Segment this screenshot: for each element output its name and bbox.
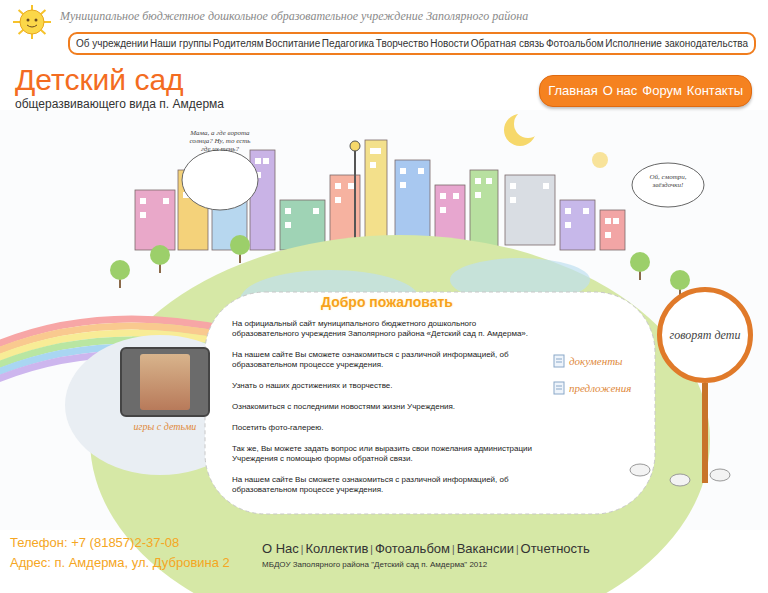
contact-line: Адрес: п. Амдерма, ул. Дубровина 2 <box>10 553 262 573</box>
footer-link[interactable]: О Нас <box>262 539 299 559</box>
sign-label[interactable]: говорят дети <box>670 326 741 344</box>
sun-logo-icon[interactable] <box>10 2 54 42</box>
paper-icon <box>552 381 566 395</box>
nav-item[interactable]: Обратная связь <box>471 36 545 51</box>
footer-link[interactable]: Отчетность <box>521 539 590 559</box>
games-label[interactable]: игры с детьми <box>134 419 197 434</box>
welcome-paragraph: Так же, Вы можете задать вопрос или выра… <box>232 444 542 464</box>
welcome-paragraph: На нашем сайте Вы сможете ознакомиться с… <box>232 475 542 495</box>
nav-item[interactable]: Новости <box>430 36 469 51</box>
content-row: игры с детьми Добро пожаловать На официаль… <box>0 293 768 527</box>
footer-separator: | <box>516 542 519 557</box>
page: Муниципальное бюджетное дошкольное образ… <box>0 0 768 593</box>
child-photo <box>140 354 190 410</box>
welcome-paragraph: Ознакомиться с последними новостями жизн… <box>232 402 542 412</box>
nav-item[interactable]: Наши группы <box>150 36 211 51</box>
site-header: Муниципальное бюджетное дошкольное образ… <box>0 0 768 55</box>
top-menu: Главная О насФорумКонтакты <box>539 75 752 107</box>
welcome-paragraph: На нашем сайте Вы сможете ознакомиться с… <box>232 350 542 370</box>
site-subtitle: общеразвивающего вида п. Амдерма <box>15 97 224 111</box>
main-nav: Об учрежденииНаши группыРодителямВоспита… <box>68 32 756 55</box>
top-menu-item[interactable]: Главная <box>548 81 597 101</box>
speech-bubble: Ой, смотри, звёздочки! <box>640 173 696 189</box>
nav-item[interactable]: Об учреждении <box>76 36 148 51</box>
footer-separator: | <box>452 542 455 557</box>
footer: Телефон: +7 (81857)2-37-08Адрес: п. Амде… <box>0 527 768 573</box>
footer-separator: | <box>370 542 373 557</box>
contacts: Телефон: +7 (81857)2-37-08Адрес: п. Амде… <box>0 527 262 573</box>
welcome-paragraph: Посетить фото-галерею. <box>232 423 542 433</box>
top-menu-item[interactable]: Контакты <box>687 81 743 101</box>
nav-item[interactable]: Воспитание <box>265 36 320 51</box>
contact-line: Телефон: +7 (81857)2-37-08 <box>10 533 262 553</box>
speech-bubble: Мама, а где ворота солнца? Ну, то есть г… <box>188 129 252 153</box>
kids-say-sign[interactable]: говорят дети <box>655 287 755 527</box>
side-links: документы предложения <box>552 353 652 527</box>
copyright: МБДОУ Заполярного района "Детский сад п.… <box>262 560 590 570</box>
nav-item[interactable]: Родителям <box>213 36 264 51</box>
welcome-heading: Добро пожаловать <box>232 293 542 311</box>
nav-item[interactable]: Педагогика <box>322 36 374 51</box>
welcome-block: Добро пожаловать На официальный сайт муни… <box>232 293 542 527</box>
paper-icon <box>552 354 566 368</box>
footer-link[interactable]: Вакансии <box>457 539 514 559</box>
nav-item[interactable]: Фотоальбом <box>546 36 604 51</box>
illustration-area: Мама, а где ворота солнца? Ну, то есть г… <box>0 111 768 293</box>
welcome-paragraph: Узнать о наших достижениях и творчестве. <box>232 381 542 391</box>
footer-separator: | <box>301 542 304 557</box>
footer-link[interactable]: Фотоальбом <box>375 539 450 559</box>
nav-item[interactable]: Творчество <box>376 36 429 51</box>
nav-item[interactable]: Исполнение законодательства <box>605 36 748 51</box>
top-menu-item[interactable]: О нас <box>603 81 638 101</box>
footer-links: О Нас|Коллектив|Фотоальбом|Вакансии|Отче… <box>262 539 590 559</box>
welcome-paragraph: На официальный сайт муниципального бюдже… <box>232 319 542 339</box>
top-menu-item[interactable]: Форум <box>642 81 682 101</box>
side-link[interactable]: предложения <box>552 380 652 397</box>
side-link[interactable]: документы <box>552 353 652 370</box>
sign-pole <box>702 383 708 483</box>
footer-link[interactable]: Коллектив <box>305 539 368 559</box>
site-title[interactable]: Детский сад <box>15 63 224 97</box>
org-title: Муниципальное бюджетное дошкольное образ… <box>60 2 756 32</box>
games-widget[interactable]: игры с детьми <box>120 347 210 434</box>
